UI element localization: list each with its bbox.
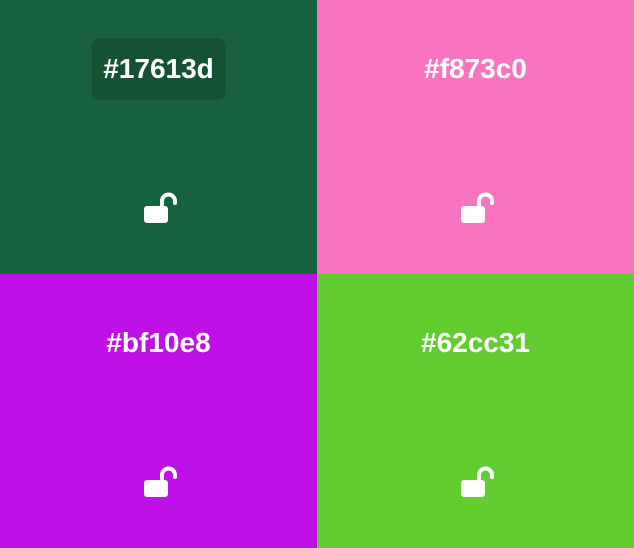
lock-toggle-button[interactable] [456, 188, 496, 228]
unlocked-padlock-icon [143, 466, 177, 497]
color-swatch-2[interactable]: #f873c0 [317, 0, 634, 274]
color-swatch-4[interactable]: #62cc31 [317, 274, 634, 548]
hex-code-label[interactable]: #62cc31 [409, 312, 542, 374]
color-swatch-3[interactable]: #bf10e8 [0, 274, 317, 548]
lock-toggle-button[interactable] [456, 462, 496, 502]
color-swatch-1[interactable]: #17613d [0, 0, 317, 274]
hex-code-label[interactable]: #f873c0 [412, 38, 539, 100]
unlocked-padlock-icon [460, 466, 494, 497]
lock-toggle-button[interactable] [139, 462, 179, 502]
hex-code-label[interactable]: #bf10e8 [94, 312, 222, 374]
lock-toggle-button[interactable] [139, 188, 179, 228]
unlocked-padlock-icon [460, 192, 494, 223]
unlocked-padlock-icon [143, 192, 177, 223]
color-palette: #17613d #f873c0 #bf10e8 #62cc31 [0, 0, 634, 548]
hex-code-label[interactable]: #17613d [91, 38, 226, 100]
